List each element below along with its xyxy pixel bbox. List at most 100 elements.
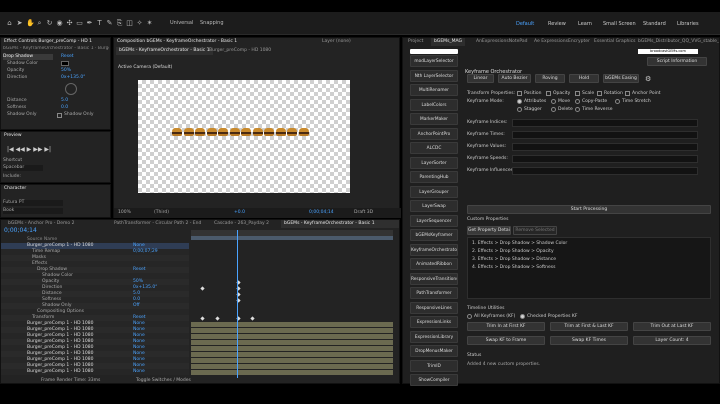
tool-button[interactable]: ALCDC (410, 142, 458, 154)
prop-opacity-value[interactable]: 50% (61, 68, 71, 74)
font-style-select[interactable]: Book (3, 208, 63, 214)
workspace-libraries[interactable]: Libraries (677, 21, 699, 27)
prop-distance-value[interactable]: 5.0 (61, 98, 68, 104)
burger-layer[interactable] (206, 128, 217, 136)
keyframe-marker[interactable] (200, 315, 205, 321)
all-keyframes-radio[interactable] (467, 314, 472, 319)
layer-duration-bar[interactable] (191, 351, 393, 357)
burger-layer[interactable] (275, 128, 286, 136)
layer-duration-bar[interactable] (191, 363, 393, 369)
panel-tab-encrypter[interactable]: Ae ExpressionsEncrypter (531, 38, 593, 46)
burger-layer[interactable] (241, 128, 251, 136)
camera-tool-icon[interactable]: ◉ (56, 20, 63, 27)
tool-button[interactable]: ExpressionLinks (410, 316, 458, 328)
timeline-tab-ko[interactable]: bGEMs - KeyframeOrchestrator - Basic 1 (281, 220, 399, 228)
panel-tab-notepad[interactable]: AnExpressionsNotePad (473, 38, 530, 46)
trim-in-button[interactable]: Trim In at First KF (467, 322, 545, 331)
panel-tab-distributor[interactable]: bGEMs_Distributor_QQ_VVG_stable_0 (635, 38, 719, 46)
direction-dial[interactable] (65, 83, 77, 95)
stagger-radio[interactable] (517, 107, 522, 112)
shortcut-select[interactable]: Spacebar (3, 165, 43, 171)
kf-times-input[interactable] (512, 131, 698, 139)
shadow-color-swatch[interactable] (61, 61, 69, 66)
tool-button[interactable]: AnimatedRibbon (410, 258, 458, 270)
start-processing-button[interactable]: Start Processing (467, 205, 711, 214)
panel-tab-project[interactable]: Project (405, 38, 426, 46)
time-stretch-radio[interactable] (615, 99, 620, 104)
tool-button[interactable]: LabelColors (410, 98, 458, 111)
layer-tab[interactable]: Layer (none) (319, 38, 354, 46)
tool-button[interactable]: LayerSwap (410, 200, 458, 212)
tool-button[interactable]: MultiRenamer (410, 84, 458, 96)
layer-duration-bar[interactable] (191, 369, 393, 375)
precomp-subtab[interactable]: Burger_preComp - HD 1080 (206, 47, 274, 55)
kf-indices-input[interactable] (512, 119, 698, 127)
tool-button[interactable]: bGEMsKeyframer (410, 229, 458, 241)
keyframe-marker[interactable] (200, 285, 205, 291)
tool-button[interactable]: LayerGrouper (410, 185, 458, 198)
effect-controls-tab[interactable]: Effect Controls Burger_preComp - HD 1 (1, 38, 95, 46)
time-reverse-radio[interactable] (575, 107, 580, 112)
scale-checkbox[interactable] (575, 91, 580, 96)
layer-value[interactable]: None (133, 369, 145, 375)
tool-button[interactable]: Nth LayerSelector (410, 69, 458, 82)
list-item[interactable]: 3. Effects > Drop Shadow > Distance (472, 257, 556, 262)
tool-button[interactable]: KeyframeOrchestrator (410, 243, 458, 256)
offset-value[interactable]: +0.0 (234, 210, 245, 216)
tool-button[interactable]: MarkerMaker (410, 113, 458, 125)
tool-button[interactable]: LayerSequencer (410, 214, 458, 227)
comp-canvas[interactable] (138, 80, 350, 193)
copy-paste-radio[interactable] (575, 99, 580, 104)
eraser-tool-icon[interactable]: ◫ (126, 20, 133, 27)
layer-duration-bar[interactable] (191, 321, 393, 327)
tool-button[interactable]: LayerSorter (410, 156, 458, 169)
hand-tool-icon[interactable]: ✋ (26, 20, 35, 27)
table-row[interactable]: Burger_preComp 1 - HD 1080 None (1, 369, 189, 375)
workspace-review[interactable]: Review (548, 21, 566, 27)
swap-kf-frame-button[interactable]: Swap KF to Frame (467, 336, 545, 345)
viewer-timecode[interactable]: 0;00;04;14 (309, 210, 334, 216)
workspace-learn[interactable]: Learn (578, 21, 592, 27)
rotate-tool-icon[interactable]: ↻ (46, 20, 53, 27)
keyframe-marker[interactable] (250, 315, 255, 321)
workspace-standard[interactable]: Standard (643, 21, 666, 27)
tool-button[interactable]: ParentingHub (410, 171, 458, 183)
mode-bgems-easing-button[interactable]: bGEMs Easing (603, 74, 639, 83)
home-icon[interactable]: ⌂ (6, 20, 13, 27)
effect-name[interactable]: Drop Shadow (3, 54, 53, 60)
layer-duration-bar[interactable] (191, 333, 393, 339)
mode-linear-button[interactable]: Linear (467, 74, 494, 83)
brush-tool-icon[interactable]: ✎ (106, 20, 113, 27)
list-item[interactable]: 1. Effects > Drop Shadow > Shadow Color (472, 241, 567, 246)
layer-duration-bar[interactable] (191, 339, 393, 345)
tool-button[interactable]: PathTransformer (410, 287, 458, 299)
pan-behind-icon[interactable]: ✣ (66, 20, 73, 27)
zoom-select[interactable]: 100% (118, 210, 131, 216)
delete-radio[interactable] (551, 107, 556, 112)
resolution-select[interactable]: (Third) (154, 210, 169, 216)
pen-tool-icon[interactable]: ✒ (86, 20, 93, 27)
selection-tool-icon[interactable]: ➤ (16, 20, 23, 27)
script-info-button[interactable]: Script Information (647, 57, 707, 66)
shadow-only-checkbox[interactable] (57, 113, 62, 118)
tool-button[interactable]: ResponsiveTransitions (410, 272, 458, 285)
layer-duration-bar[interactable] (191, 345, 393, 351)
mode-roving-button[interactable]: Roving (535, 74, 565, 83)
custom-props-list[interactable]: 1. Effects > Drop Shadow > Shadow Color … (467, 237, 711, 299)
burger-layer[interactable] (287, 128, 297, 136)
move-radio[interactable] (551, 99, 556, 104)
timeline-tab-path[interactable]: PathTransformer - Circular Path 2 - End (111, 220, 204, 228)
panel-tab-essential[interactable]: Essential Graphics (591, 38, 638, 46)
settings-gear-icon[interactable]: ⚙ (645, 75, 651, 83)
comp-subtab[interactable]: bGEMs - KeyframeOrchestrator - Basic 1 (116, 47, 213, 55)
swap-kf-times-button[interactable]: Swap KF Times (550, 336, 628, 345)
tool-button[interactable]: TrimID (410, 359, 458, 372)
layer-duration-bar[interactable] (191, 327, 393, 333)
attributes-radio[interactable] (517, 99, 522, 104)
work-area-bar[interactable] (191, 236, 393, 240)
mode-hold-button[interactable]: Hold (569, 74, 599, 83)
burger-layer[interactable] (252, 128, 263, 136)
opacity-checkbox[interactable] (546, 91, 551, 96)
composition-tab[interactable]: Composition bGEMs - KeyframeOrchestrator… (114, 38, 314, 46)
tool-button[interactable]: modLayerSelector (410, 55, 458, 67)
